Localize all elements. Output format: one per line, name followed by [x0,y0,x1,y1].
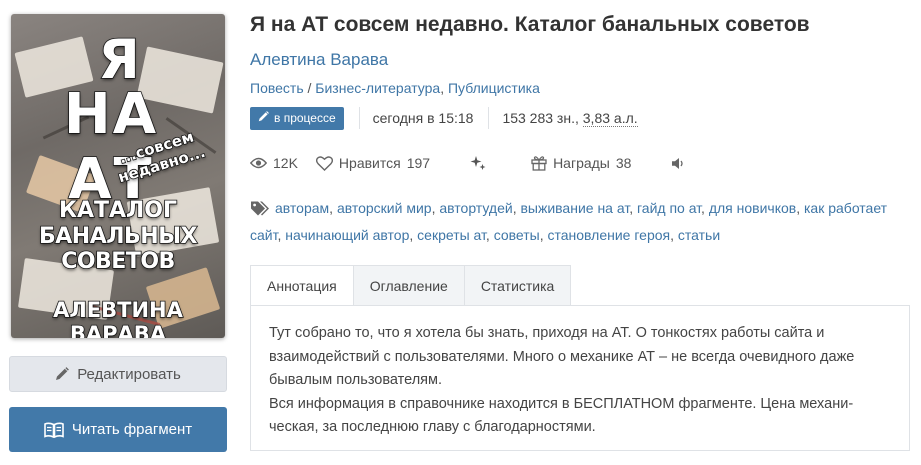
tag-link[interactable]: авторам [275,200,329,216]
genre-separator: / [303,80,316,96]
tag-link[interactable]: секреты ат [417,227,486,243]
tag-link[interactable]: статьи [678,227,720,243]
stats-row: 12K Нравится 197 Награды 38 [250,152,685,174]
edit-button-label: Редактировать [77,365,181,383]
sparkle-icon [470,155,487,172]
tag-icon [250,199,270,223]
tab-contents[interactable]: Оглавление [353,265,465,306]
cover-author: АЛЕВТИНА ВАРАВА [52,297,183,338]
status-badge: в процессе [250,106,344,130]
edit-button[interactable]: Редактировать [9,356,227,392]
audio-button[interactable] [671,157,685,170]
tag-link[interactable]: становление героя [548,227,671,243]
tag-link[interactable]: авторский мир [337,200,432,216]
author-link[interactable]: Алевтина Варава [250,50,388,70]
tag-list: авторам, авторский мир, автортудей, выжи… [250,199,888,243]
divider [488,107,490,129]
tag-link[interactable]: для новичков [709,200,796,216]
cover-title-line: БАНАЛЬНЫХ СОВЕТОВ [38,223,198,275]
cover-title-line: КАТАЛОГ [58,197,178,224]
tab-annotation[interactable]: Аннотация [250,265,354,306]
book-size: 153 283 зн., 3,83 а.л. [502,110,638,127]
like-button[interactable]: Нравится 197 [315,155,431,171]
awards-count: 38 [615,155,632,171]
status-badge-label: в процессе [274,111,336,125]
gift-icon [531,155,547,171]
annotation-text: Вся информация в справочнике находится в… [269,395,854,436]
book-cover[interactable]: Я НА АТ ...совсем недавно... КАТАЛОГ БАН… [11,14,225,338]
awards-button[interactable]: Награды 38 [531,155,631,171]
genre-separator: , [440,80,448,96]
pencil-icon [258,111,269,125]
size-author-sheets[interactable]: 3,83 а.л. [582,110,638,127]
book-title: Я на АТ совсем недавно. Каталог банальны… [250,13,810,36]
heart-icon [315,155,333,171]
size-chars: 153 283 зн., [502,110,583,126]
updated-date: сегодня в 15:18 [372,110,474,126]
genre-list: Повесть / Бизнес-литература, Публицистик… [250,80,540,96]
tab-bar: Аннотация Оглавление Статистика [250,265,572,306]
pencil-icon [55,367,70,381]
tag-link[interactable]: советы [494,227,540,243]
status-row: в процессе сегодня в 15:18 153 283 зн., … [250,106,638,130]
likes-label: Нравится [338,155,401,171]
speaker-icon [671,157,685,170]
annotation-panel: Тут собрано то, что я хотела бы знать, п… [250,305,910,451]
sparkle-button[interactable] [470,155,487,172]
genre-link[interactable]: Бизнес-литература [315,80,440,96]
genre-link[interactable]: Публицистика [448,80,540,96]
form-link[interactable]: Повесть [250,80,304,96]
awards-label: Награды [553,155,610,171]
tag-link[interactable]: выживание на ат [520,200,629,216]
open-book-icon [44,422,64,438]
divider [358,107,360,129]
views-count: 12K [273,155,298,171]
tag-link[interactable]: автортудей [439,200,512,216]
tag-link[interactable]: начинающий автор [285,227,409,243]
eye-icon [250,157,267,169]
annotation-text: Тут собрано то, что я хотела бы знать, п… [269,325,855,388]
likes-count: 197 [406,155,431,171]
tab-statistics[interactable]: Статистика [464,265,572,306]
read-fragment-label: Читать фрагмент [71,421,193,438]
views-counter: 12K [250,155,298,171]
read-fragment-button[interactable]: Читать фрагмент [9,407,227,452]
tag-link[interactable]: гайд по ат [637,200,701,216]
